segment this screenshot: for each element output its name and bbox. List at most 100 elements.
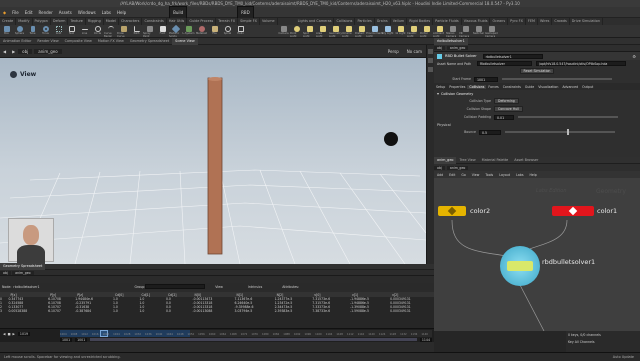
collision-padding-slider[interactable] (518, 116, 618, 118)
shelf-tab[interactable]: Pyro FX (508, 18, 526, 25)
start-frame-field[interactable]: 1001 (474, 76, 498, 82)
shelf-tool-font[interactable]: Font (156, 25, 169, 37)
menu-file[interactable]: File (9, 7, 22, 18)
reset-simulation-button[interactable]: Reset Simulation (519, 68, 555, 74)
shelf-tool-lsystem[interactable]: L-System (182, 25, 195, 37)
play-icon[interactable]: ▶ (11, 332, 15, 336)
tab-collisions[interactable]: Collisions (467, 84, 487, 89)
collision-padding-field[interactable]: 0.01 (494, 114, 514, 120)
shelf-tool-box[interactable]: Box (0, 25, 13, 37)
start-frame-slider[interactable] (502, 78, 612, 80)
spreadsheet-view-label[interactable]: View (215, 285, 223, 289)
tab-constraints[interactable]: Constraints (501, 85, 523, 89)
shelf-tool-gi-light[interactable]: GI Light (394, 25, 407, 37)
menu-edit[interactable]: Edit (22, 7, 36, 18)
display-option-icon[interactable] (428, 49, 433, 54)
shelf-tool-line[interactable]: Line (78, 25, 91, 37)
shelf-tab[interactable]: Constraints (142, 18, 167, 25)
tab-material-palette[interactable]: Material Palette (479, 157, 512, 164)
network-path-obj[interactable]: obj (434, 165, 445, 170)
shelf-tab[interactable]: Vellum (391, 18, 408, 25)
menu-assets[interactable]: Assets (56, 7, 75, 18)
tab-setup[interactable]: Setup (434, 85, 447, 89)
shelf-tool-stereo-camera[interactable]: Stereo Camera (446, 25, 459, 37)
obj-path[interactable]: obj (18, 48, 33, 54)
param-path-node[interactable]: anim_geo (446, 46, 469, 50)
tab-geometry-spreadsheet[interactable]: Geometry Spreadsheet (127, 38, 172, 45)
asset-name-field[interactable]: Rbdbulletsolver (477, 61, 532, 66)
cam-menu[interactable]: No cam (403, 49, 426, 54)
shelf-tool-portal-light[interactable]: Portal Light (420, 25, 433, 37)
shelf-tab[interactable]: Characters (119, 18, 143, 25)
shelf-tab[interactable]: Terrain FX (216, 18, 239, 25)
gear-icon[interactable]: ⚙ (632, 54, 640, 59)
shelf-tool-point-light[interactable]: Point Light (290, 25, 303, 37)
shelf-tool-spot-light[interactable]: Spot Light (303, 25, 316, 37)
shelf-tool-null[interactable]: Null (65, 25, 78, 37)
collision-type-select[interactable]: Deforming (494, 98, 519, 104)
tab-forces[interactable]: Forces (486, 85, 500, 89)
shelf-tab[interactable]: Lights and Cameras (296, 18, 335, 25)
shelf-tab[interactable]: Viscous Fluids (462, 18, 491, 25)
shelf-tab[interactable]: Polygon (33, 18, 51, 25)
collision-shape-select[interactable]: Concave Hull (494, 106, 523, 112)
shelf-tab[interactable]: Model (104, 18, 119, 25)
view-menu-icon[interactable] (10, 71, 17, 78)
menu-windows[interactable]: Windows (75, 7, 99, 18)
tab-scene-view[interactable]: Scene View (172, 37, 198, 45)
shelf-tool-helix[interactable]: Helix (234, 25, 247, 37)
scene-viewport[interactable]: View (0, 58, 426, 264)
shelf-tool-geometry-light[interactable]: Geometry Light (329, 25, 342, 37)
desktop-select[interactable]: Build (169, 5, 188, 19)
node-rbdbulletsolver1[interactable] (500, 246, 540, 286)
shelf-tool-ambient-light[interactable]: Ambient Light (433, 25, 446, 37)
param-path-obj[interactable]: obj (434, 46, 445, 50)
current-frame-field[interactable]: 1019 (17, 332, 31, 336)
shelf-tool-curve-bezier[interactable]: Curve Bezier (104, 25, 117, 37)
shelf-tool-torus[interactable]: Torus (39, 25, 52, 37)
shelf-tab[interactable]: Texture (68, 18, 86, 25)
shelf-tab[interactable]: Guide Process (187, 18, 217, 25)
shelf-tab[interactable]: Particle Fluids (433, 18, 462, 25)
network-path-node[interactable]: anim_geo (446, 165, 469, 170)
shelf-tool-sphere[interactable]: Sphere (13, 25, 26, 37)
tab-properties[interactable]: Properties (447, 85, 467, 89)
tab-guide[interactable]: Guide (523, 85, 536, 89)
tab-asset-browser[interactable]: Asset Browser (511, 157, 541, 164)
shelf-tool-tube[interactable]: Tube (26, 25, 39, 37)
shelf-tool-path[interactable]: Path (130, 25, 143, 37)
shelf-tab[interactable]: Crowds (552, 18, 570, 25)
tab-animation-editor[interactable]: Animation Editor (0, 38, 34, 45)
shelf-tab[interactable]: Grains (375, 18, 391, 25)
bounce-slider[interactable] (505, 129, 615, 135)
shelf-tool-area-light[interactable]: Area Light (316, 25, 329, 37)
forward-arrow-icon[interactable]: ▶ (9, 49, 18, 54)
lighting-icon[interactable] (428, 58, 433, 63)
table-row[interactable]: 3 0.00528388 6.10707 -0.387684 1.0 1.0 0.0 -0.0… (0, 309, 434, 313)
node-color2[interactable] (438, 206, 466, 216)
tab-network[interactable]: anim_geo (434, 156, 457, 164)
tab-advanced[interactable]: Advanced (560, 85, 580, 89)
node-color1[interactable] (552, 206, 594, 216)
shelf-tool-volume-light[interactable]: Volume Light (342, 25, 355, 37)
shelf-tab[interactable]: FEM (526, 18, 538, 25)
asset-path-field[interactable]: /opt/hfs18.0.547/houdini/otls/OPlibSop.h… (536, 61, 626, 66)
timeline-track[interactable]: 1004 1008 1012 1016 1020 1024 1028 1032 1036 1040… (60, 330, 432, 337)
shelf-tab[interactable]: Deform (51, 18, 69, 25)
shelf-tool-gamepad-camera[interactable]: Gamepad Camera (485, 25, 498, 37)
collision-geometry-section[interactable]: ▾ Collision Geometry (434, 90, 640, 97)
shelf-tool-file[interactable]: File (208, 25, 221, 37)
range-end[interactable]: 1144 (419, 337, 432, 342)
shelf-tool-camera[interactable]: Camera (277, 25, 290, 37)
shelf-tab[interactable]: Wires (538, 18, 553, 25)
shelf-tab[interactable]: Collisions (334, 18, 356, 25)
shelf-tab[interactable]: Rigid Bodies (407, 18, 434, 25)
shelf-tab[interactable]: Create (0, 18, 17, 25)
shelf-tool-switcher[interactable]: Switcher (472, 25, 485, 37)
shelf-tool-caustic-light[interactable]: Caustic Light (407, 25, 420, 37)
tab-output[interactable]: Output (580, 85, 595, 89)
shelf-tool-vr-camera[interactable]: VR Camera (459, 25, 472, 37)
network-editor[interactable]: Add Edit Go View Tools Layout Labs Help … (434, 171, 640, 331)
shelf-tab[interactable]: Hair Utils (167, 18, 188, 25)
auto-update-button[interactable]: Auto Update (613, 353, 640, 361)
